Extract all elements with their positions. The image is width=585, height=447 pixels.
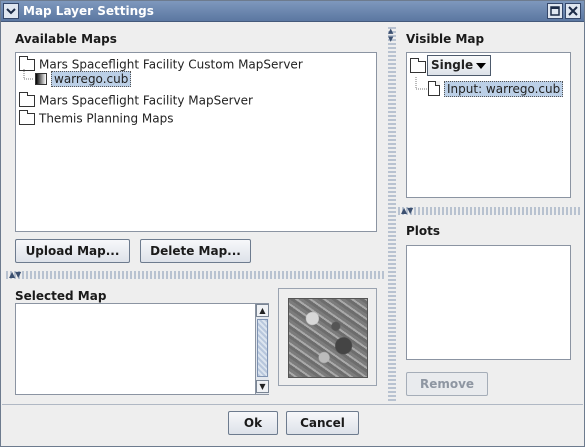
left-horizontal-splitter[interactable] — [6, 271, 386, 279]
selected-map-scrollbar[interactable]: ▲ ▼ — [255, 304, 269, 394]
chevron-down-icon — [6, 8, 16, 15]
selected-map-panel: Selected Map ▲ ▼ — [6, 281, 386, 399]
scroll-down-button[interactable]: ▼ — [256, 380, 269, 393]
close-button[interactable] — [565, 3, 581, 19]
tree-item-label: Themis Planning Maps — [39, 111, 174, 126]
window-menu-button[interactable] — [3, 3, 19, 19]
splitter-arrows-icon[interactable]: ▲▼ — [9, 271, 21, 279]
close-icon — [568, 6, 578, 16]
map-mode-dropdown[interactable]: Single — [427, 55, 491, 76]
visible-map-panel: Visible Map Single Input: warrego.cub — [398, 25, 581, 203]
grayscale-map-icon — [35, 72, 47, 85]
visible-layer-label: Input: warrego.cub — [444, 80, 564, 97]
plots-title: Plots — [406, 224, 441, 238]
delete-map-button[interactable]: Delete Map... — [140, 239, 251, 263]
folder-icon — [410, 58, 426, 73]
selected-map-title: Selected Map — [15, 289, 107, 303]
map-layer-settings-window: Map Layer Settings Available Maps Mars S… — [0, 0, 585, 447]
available-maps-panel: Available Maps Mars Spaceflight Facility… — [6, 25, 386, 265]
splitter-arrows-icon[interactable]: ▲▼ — [401, 207, 413, 215]
cancel-button[interactable]: Cancel — [286, 411, 359, 435]
splitter-arrows-icon[interactable]: ▲▼ — [388, 27, 396, 43]
ok-button[interactable]: Ok — [228, 411, 278, 435]
plots-list[interactable] — [406, 245, 571, 360]
tree-item-label: Mars Spaceflight Facility MapServer — [39, 93, 253, 108]
available-maps-title: Available Maps — [15, 32, 117, 46]
tree-item-themis-planning[interactable]: Themis Planning Maps — [19, 109, 174, 128]
vertical-splitter[interactable] — [388, 25, 396, 401]
map-mode-value: Single — [431, 58, 474, 72]
upload-map-button[interactable]: Upload Map... — [15, 239, 130, 263]
folder-icon — [19, 109, 35, 125]
maximize-button[interactable] — [547, 3, 563, 19]
tree-item-mapserver[interactable]: Mars Spaceflight Facility MapServer — [19, 91, 253, 110]
tree-item-label-selected: warrego.cub — [51, 70, 132, 87]
dialog-button-bar: Ok Cancel — [2, 404, 583, 446]
window-title: Map Layer Settings — [23, 4, 154, 18]
selected-map-text-area[interactable]: ▲ ▼ — [15, 303, 269, 395]
visible-layer-item[interactable]: Input: warrego.cub — [428, 80, 564, 98]
map-thumbnail-frame — [278, 288, 377, 386]
right-horizontal-splitter[interactable] — [398, 207, 581, 215]
visible-map-tree[interactable]: Single Input: warrego.cub — [406, 52, 571, 198]
tree-item-label: Mars Spaceflight Facility Custom MapServ… — [39, 57, 303, 72]
available-maps-tree[interactable]: Mars Spaceflight Facility Custom MapServ… — [15, 52, 377, 232]
remove-plot-button[interactable]: Remove — [406, 372, 488, 396]
tree-item-warrego[interactable]: warrego.cub — [35, 70, 132, 88]
scroll-thumb[interactable] — [257, 319, 268, 377]
folder-icon — [19, 91, 35, 107]
document-icon — [428, 81, 440, 96]
visible-map-title: Visible Map — [406, 32, 485, 46]
map-thumbnail-image — [288, 298, 368, 378]
title-bar[interactable]: Map Layer Settings — [1, 1, 584, 22]
maximize-icon — [550, 6, 560, 16]
scroll-up-button[interactable]: ▲ — [256, 304, 269, 317]
dropdown-arrow-icon — [476, 63, 486, 69]
plots-panel: Plots Remove — [398, 217, 581, 400]
